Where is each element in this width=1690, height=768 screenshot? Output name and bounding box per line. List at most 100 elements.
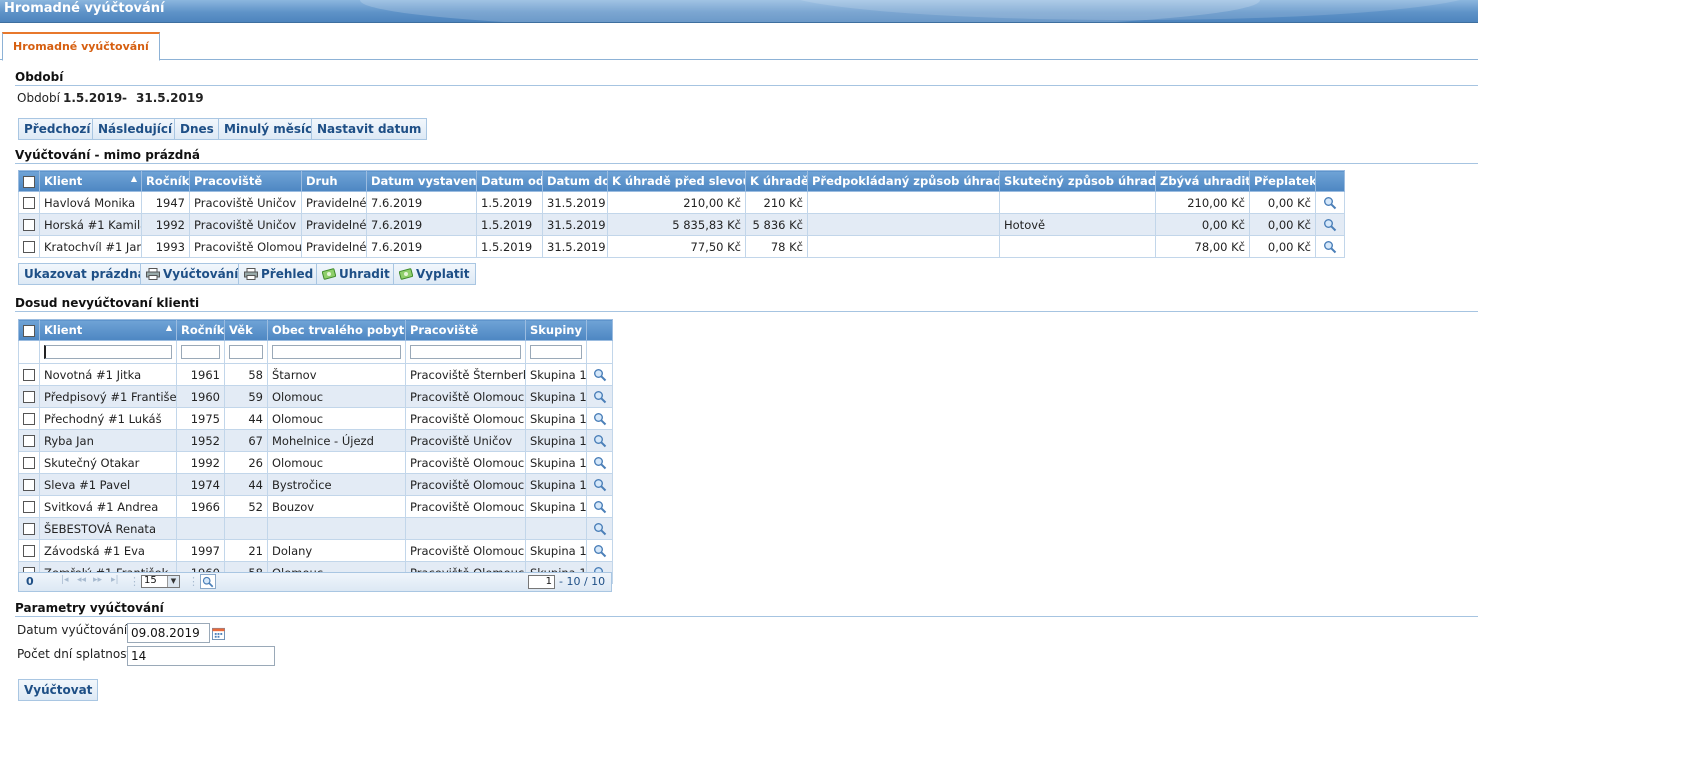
detail-button[interactable] [586,517,613,540]
row-checkbox[interactable] [18,539,40,562]
selected-count: 0 [26,575,34,588]
row-checkbox[interactable] [18,451,40,474]
detail-button[interactable] [586,363,613,386]
pay-button[interactable]: Uhradit [316,263,396,285]
col-header-pracoviste[interactable]: Pracoviště [405,319,526,341]
unbilled-table: Klient ▲ Ročník Věk Obec trvalého pobytu … [18,319,613,584]
col-header-klient[interactable]: Klient ▲ [39,319,177,341]
detail-button[interactable] [1315,213,1345,236]
table-row[interactable]: Přechodný #1 Lukáš 1975 44 Olomouc Praco… [18,407,613,430]
billing-print-button[interactable]: Vyúčtování [140,263,245,285]
col-header-vek[interactable]: Věk [224,319,268,341]
today-button[interactable]: Dnes [174,118,220,140]
row-checkbox[interactable] [18,429,40,452]
table-row[interactable]: Předpisový #1 František 1960 59 Olomouc … [18,385,613,408]
tab-hromadne-vyuctovani[interactable]: Hromadné vyúčtování [2,32,160,61]
detail-button[interactable] [586,429,613,452]
col-header-k-uhrade-pred-slevou[interactable]: K úhradě před slevou [607,170,746,192]
cell-pracoviste: Pracoviště Olomouc [405,539,526,562]
detail-button[interactable] [1315,191,1345,214]
page-size-select[interactable]: 15 ▼ [141,575,180,588]
table-row[interactable]: Závodská #1 Eva 1997 21 Dolany Pracovišt… [18,539,613,562]
table-row[interactable]: Novotná #1 Jitka 1961 58 Štarnov Pracovi… [18,363,613,386]
calendar-icon[interactable] [212,627,225,640]
row-checkbox[interactable] [18,363,40,386]
col-header-datum-vystaveni[interactable]: Datum vystavení [366,170,477,192]
col-header-preplatek[interactable]: Přeplatek [1249,170,1316,192]
filter-klient-input[interactable] [44,345,172,359]
filter-pracoviste-input[interactable] [410,345,521,359]
filter-skupiny-input[interactable] [530,345,582,359]
row-checkbox[interactable] [18,385,40,408]
table-row[interactable]: Horská #1 Kamila 1992 Pracoviště Uničov … [18,213,1345,236]
col-header-zbyva-uhradit[interactable]: Zbývá uhradit [1155,170,1250,192]
table-row[interactable]: Havlová Monika 1947 Pracoviště Uničov Pr… [18,191,1345,214]
previous-button[interactable]: Předchozí [18,118,97,140]
row-checkbox[interactable] [18,473,40,496]
detail-button[interactable] [586,385,613,408]
filter-vek-input[interactable] [229,345,263,359]
detail-button[interactable] [586,407,613,430]
table-row[interactable]: Sleva #1 Pavel 1974 44 Bystročice Pracov… [18,473,613,496]
cell-klient: Předpisový #1 František [39,385,177,408]
table-row[interactable]: Ryba Jan 1952 67 Mohelnice - Újezd Praco… [18,429,613,452]
detail-button[interactable] [1315,235,1345,258]
cell-datum-od: 1.5.2019 [476,235,543,258]
select-all-checkbox[interactable] [18,319,40,341]
filter-obec-input[interactable] [272,345,401,359]
row-checkbox[interactable] [18,235,40,258]
cell-rocnik: 1961 [176,363,225,386]
col-header-klient[interactable]: Klient ▲ [39,170,142,192]
prev-page-icon[interactable]: ◂◂ [77,575,86,585]
table-row[interactable]: Svitková #1 Andrea 1966 52 Bouzov Pracov… [18,495,613,518]
col-header-druh[interactable]: Druh [301,170,367,192]
date-input[interactable]: 09.08.2019 [127,623,210,643]
last-month-button[interactable]: Minulý měsíc [218,118,319,140]
first-page-icon[interactable]: |◂ [61,575,69,585]
magnifier-icon [593,522,606,535]
period-separator: - [122,91,127,105]
pager-separator: ⋮ [188,575,199,588]
col-header-datum-do[interactable]: Datum do [542,170,608,192]
row-checkbox[interactable] [18,407,40,430]
col-header-rocnik[interactable]: Ročník [176,319,225,341]
col-header-k-uhrade[interactable]: K úhradě [745,170,808,192]
col-header-skupiny[interactable]: Skupiny [525,319,587,341]
submit-billing-button[interactable]: Vyúčtovat [18,679,99,701]
payout-button[interactable]: Vyplatit [393,263,476,285]
next-page-icon[interactable]: ▸▸ [93,575,102,585]
detail-button[interactable] [586,495,613,518]
filter-rocnik-input[interactable] [181,345,220,359]
page-number-input[interactable]: 1 [528,575,555,589]
row-checkbox[interactable] [18,213,40,236]
next-button[interactable]: Následující [92,118,179,140]
cell-obec: Bystročice [267,473,406,496]
cell-k-uhrade: 5 836 Kč [745,213,808,236]
detail-button[interactable] [586,473,613,496]
col-header-pracoviste[interactable]: Pracoviště [189,170,302,192]
table-row[interactable]: Kratochvíl #1 Jan 1993 Pracoviště Olomou… [18,235,1345,258]
col-header-datum-od[interactable]: Datum od [476,170,543,192]
due-days-input[interactable]: 14 [127,646,275,666]
col-header-obec[interactable]: Obec trvalého pobytu [267,319,406,341]
table-row[interactable]: Skutečný Otakar 1992 26 Olomouc Pracoviš… [18,451,613,474]
row-checkbox[interactable] [18,517,40,540]
row-checkbox[interactable] [18,495,40,518]
cell-vek: 26 [224,451,268,474]
cell-obec: Olomouc [267,451,406,474]
col-header-skutecny-zpusob[interactable]: Skutečný způsob úhrady [999,170,1156,192]
row-checkbox[interactable] [18,191,40,214]
select-all-checkbox[interactable] [18,170,40,192]
cell-predpokladany-zpusob [807,235,1000,258]
table-row[interactable]: ŠEBESTOVÁ Renata [18,517,613,540]
detail-button[interactable] [586,539,613,562]
set-date-button[interactable]: Nastavit datum [311,118,428,140]
show-empty-button[interactable]: Ukazovat prázdná [18,263,152,285]
col-header-predpokladany-zpusob[interactable]: Předpokládaný způsob úhrady [807,170,1000,192]
detail-button[interactable] [586,451,613,474]
pager-search-button[interactable] [200,574,216,589]
overview-print-button[interactable]: Přehled [238,263,320,285]
last-page-icon[interactable]: ▸| [111,575,119,585]
cell-skupiny: Skupina 1 [525,473,587,496]
col-header-rocnik[interactable]: Ročník [141,170,190,192]
